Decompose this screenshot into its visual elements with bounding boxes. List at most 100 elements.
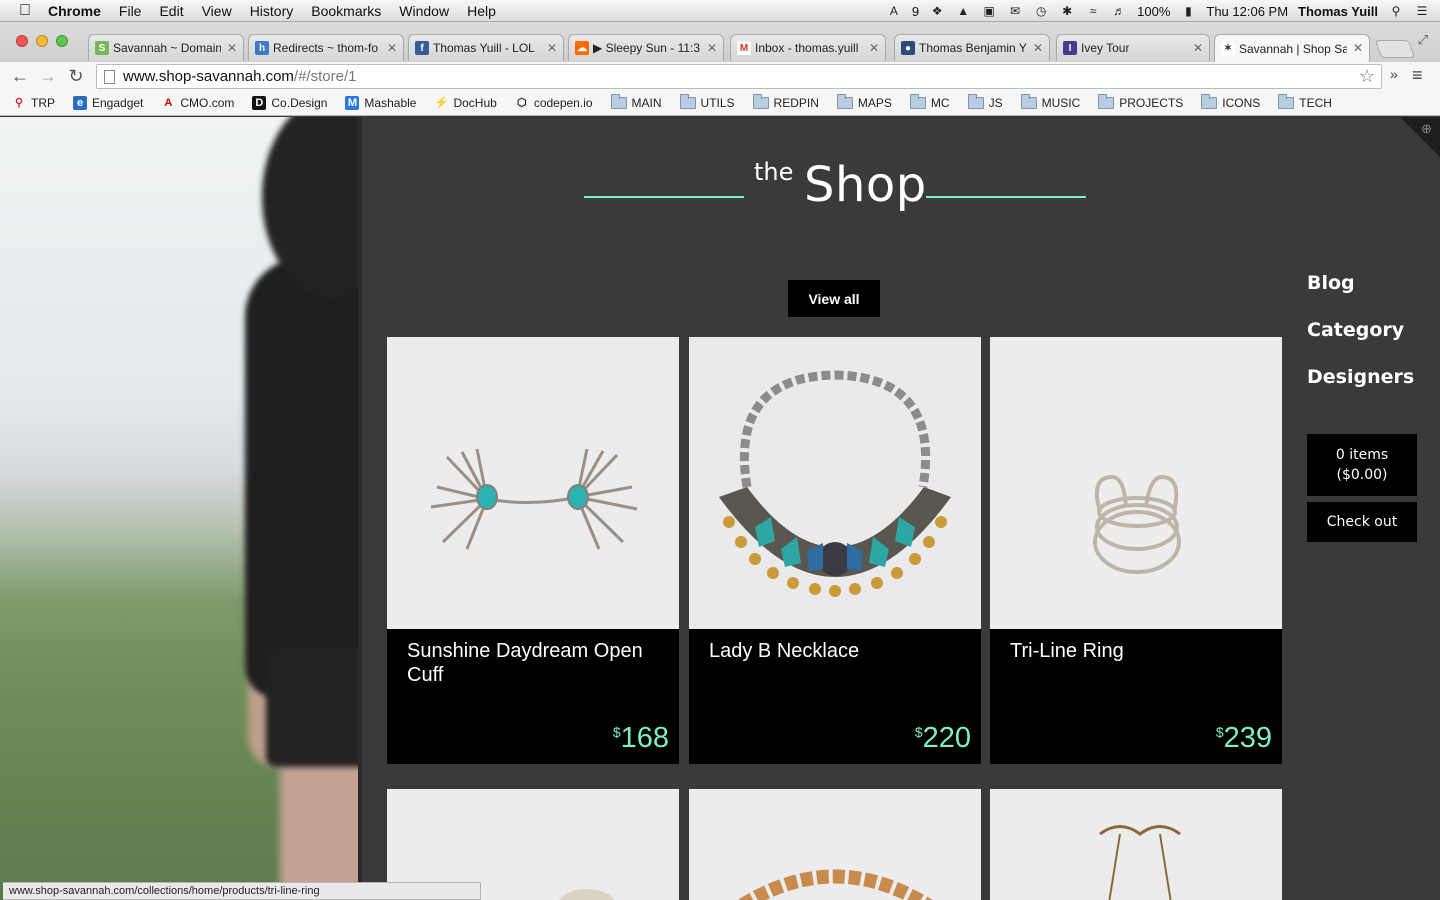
back-icon[interactable]: ←: [10, 66, 30, 86]
menu-bookmarks[interactable]: Bookmarks: [311, 3, 381, 19]
product-name[interactable]: Sunshine Daydream Open Cuff: [407, 639, 667, 687]
nav-blog[interactable]: Blog: [1307, 272, 1414, 294]
minimize-window-button[interactable]: [36, 35, 48, 47]
bookmark-folder-maps[interactable]: MAPS: [836, 93, 892, 110]
tab-profile[interactable]: ● Thomas Benjamin Y ✕: [894, 34, 1050, 61]
tab-facebook[interactable]: f Thomas Yuill - LOL ✕: [408, 34, 564, 61]
product-photo[interactable]: [689, 337, 981, 629]
nav-category[interactable]: Category: [1307, 319, 1414, 341]
cart-summary[interactable]: 0 items ($0.00): [1307, 434, 1417, 496]
product-photo[interactable]: [387, 337, 679, 629]
page-viewport: ⊕ the Shop View all Blog Category Design…: [0, 117, 1440, 900]
close-tab-icon[interactable]: ✕: [227, 41, 237, 55]
tab-redirects[interactable]: h Redirects ~ thom-fo ✕: [248, 34, 404, 61]
close-tab-icon[interactable]: ✕: [1193, 41, 1203, 55]
checkout-button[interactable]: Check out: [1307, 502, 1417, 542]
bookmark-folder-main[interactable]: MAIN: [610, 93, 662, 110]
product-card[interactable]: Sunshine Daydream Open Cuff $168: [387, 337, 679, 764]
menu-help[interactable]: Help: [467, 3, 496, 19]
bookmark-trp[interactable]: ⚲ TRP: [12, 96, 55, 110]
tab-label: Savannah ~ Domains: [113, 41, 221, 55]
tab-label: Thomas Benjamin Y: [919, 41, 1027, 55]
time-machine-icon[interactable]: ◷: [1033, 4, 1049, 18]
bookmark-folder-music[interactable]: MUSIC: [1020, 93, 1081, 110]
forward-icon[interactable]: →: [38, 66, 58, 86]
bookmark-label: TRP: [31, 95, 55, 110]
bookmark-star-icon[interactable]: ☆: [1359, 66, 1375, 87]
product-card-partial[interactable]: [990, 789, 1282, 900]
product-photo-partial: [737, 869, 933, 900]
bookmark-folder-js[interactable]: JS: [967, 93, 1003, 110]
product-card[interactable]: Tri-Line Ring $239: [990, 337, 1282, 764]
tab-ivey-tour[interactable]: I Ivey Tour ✕: [1056, 34, 1210, 61]
bookmark-folder-utils[interactable]: UTILS: [679, 93, 735, 110]
hm-icon: h: [255, 41, 269, 55]
bookmark-folder-projects[interactable]: PROJECTS: [1098, 93, 1183, 110]
bookmark-folder-tech[interactable]: TECH: [1278, 93, 1332, 110]
close-tab-icon[interactable]: ✕: [707, 41, 717, 55]
close-tab-icon[interactable]: ✕: [547, 41, 557, 55]
chrome-menu-icon[interactable]: ≡: [1412, 65, 1423, 86]
close-window-button[interactable]: [16, 35, 28, 47]
bookmark-mashable[interactable]: M Mashable: [345, 95, 416, 110]
bluetooth-icon[interactable]: ✱: [1059, 4, 1075, 18]
menu-edit[interactable]: Edit: [159, 3, 183, 19]
bookmark-folder-redpin[interactable]: REDPIN: [752, 93, 819, 110]
adobe-tray-icon[interactable]: A: [886, 4, 902, 18]
tab-gmail[interactable]: M Inbox - thomas.yuill ✕: [730, 34, 886, 61]
tab-soundcloud[interactable]: ☁ ▶ Sleepy Sun - 11:3 ✕: [568, 34, 724, 61]
spotlight-icon[interactable]: ⚲: [1388, 4, 1404, 18]
bookmark-codesign[interactable]: D Co.Design: [252, 95, 327, 110]
extensions-overflow-icon[interactable]: »: [1390, 66, 1398, 82]
tab-savannah-shop[interactable]: ✶ Savannah | Shop Sav ✕: [1214, 34, 1370, 62]
zoom-window-button[interactable]: [56, 35, 68, 47]
address-bar[interactable]: www.shop-savannah.com/#/store/1 ☆: [96, 64, 1382, 89]
plus-circle-icon[interactable]: ⊕: [1421, 121, 1432, 137]
menu-history[interactable]: History: [250, 3, 294, 19]
drive-icon[interactable]: ▲: [955, 4, 971, 18]
wifi-icon[interactable]: ≈: [1085, 4, 1101, 18]
bookmark-engadget[interactable]: e Engadget: [73, 95, 143, 110]
tab-label: Thomas Yuill - LOL: [433, 41, 535, 55]
codepen-icon: ⬡: [517, 97, 527, 109]
product-photo[interactable]: [990, 337, 1282, 629]
fullscreen-icon[interactable]: ⤢: [1418, 32, 1428, 48]
nav-designers[interactable]: Designers: [1307, 366, 1414, 388]
close-tab-icon[interactable]: ✕: [869, 41, 879, 55]
new-tab-button[interactable]: [1374, 40, 1416, 58]
close-tab-icon[interactable]: ✕: [387, 41, 397, 55]
user-name[interactable]: Thomas Yuill: [1298, 4, 1378, 19]
product-name[interactable]: Tri-Line Ring: [1010, 639, 1270, 663]
window-icon[interactable]: ▣: [981, 4, 997, 18]
reload-icon[interactable]: ↻: [66, 66, 86, 86]
volume-icon[interactable]: ♬: [1111, 4, 1127, 18]
bookmark-codepen[interactable]: ⬡ codepen.io: [515, 96, 593, 110]
bookmark-folder-mc[interactable]: MC: [909, 93, 950, 110]
view-all-button[interactable]: View all: [788, 280, 880, 317]
folder-icon: [752, 93, 769, 109]
clock[interactable]: Thu 12:06 PM: [1206, 4, 1288, 19]
folder-icon: [967, 93, 984, 109]
bookmark-cmo[interactable]: A CMO.com: [161, 96, 234, 110]
product-name[interactable]: Lady B Necklace: [709, 639, 969, 663]
dropbox-icon[interactable]: ❖: [929, 4, 945, 18]
gmail-icon: M: [737, 41, 751, 55]
product-card[interactable]: Lady B Necklace $220: [689, 337, 981, 764]
apple-icon[interactable]: : [16, 2, 34, 20]
menu-file[interactable]: File: [119, 3, 142, 19]
bookmark-dochub[interactable]: ⚡ DocHub: [434, 96, 497, 110]
battery-icon[interactable]: ▮: [1180, 4, 1196, 18]
currency-symbol: $: [914, 724, 923, 740]
menu-view[interactable]: View: [202, 3, 232, 19]
tab-savannah-domains[interactable]: S Savannah ~ Domains ✕: [88, 34, 244, 61]
bookmark-label: MUSIC: [1041, 95, 1081, 110]
notification-center-icon[interactable]: ☰: [1414, 4, 1430, 18]
menu-app-chrome[interactable]: Chrome: [48, 3, 101, 19]
close-tab-icon[interactable]: ✕: [1033, 41, 1043, 55]
product-card-partial[interactable]: [689, 789, 981, 900]
chat-icon[interactable]: ✉: [1007, 4, 1023, 18]
bookmark-folder-icons[interactable]: ICONS: [1201, 93, 1260, 110]
folder-icon: [679, 93, 696, 109]
menu-window[interactable]: Window: [399, 3, 449, 19]
close-tab-icon[interactable]: ✕: [1353, 41, 1363, 55]
